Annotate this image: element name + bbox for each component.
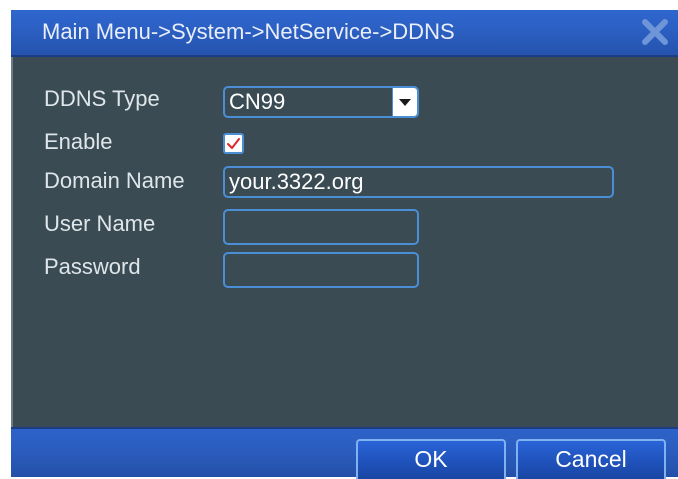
domain-name-label: Domain Name [44,168,185,193]
enable-checkbox[interactable] [223,133,244,154]
ddns-type-value: CN99 [229,89,286,114]
ddns-type-label: DDNS Type [44,86,160,111]
ddns-dialog: Main Menu->System->NetService->DDNS DDNS… [0,0,678,479]
checkmark-icon [227,138,240,149]
user-name-label: User Name [44,211,156,236]
cancel-button[interactable]: Cancel [516,439,666,479]
title-bar: Main Menu->System->NetService->DDNS [11,10,678,57]
password-input[interactable] [223,252,419,288]
password-label: Password [44,254,141,279]
chevron-down-icon[interactable] [392,88,417,116]
button-bar: OK Cancel [11,427,678,479]
ok-button[interactable]: OK [356,439,506,479]
dialog-body: DDNS Type CN99 Enable Domain Name your.3… [11,57,678,427]
close-icon[interactable] [640,17,670,47]
ddns-type-select[interactable]: CN99 [223,86,419,118]
window-title: Main Menu->System->NetService->DDNS [42,19,455,44]
user-name-input[interactable] [223,209,419,245]
enable-label: Enable [44,129,113,154]
domain-name-input[interactable]: your.3322.org [223,166,614,198]
